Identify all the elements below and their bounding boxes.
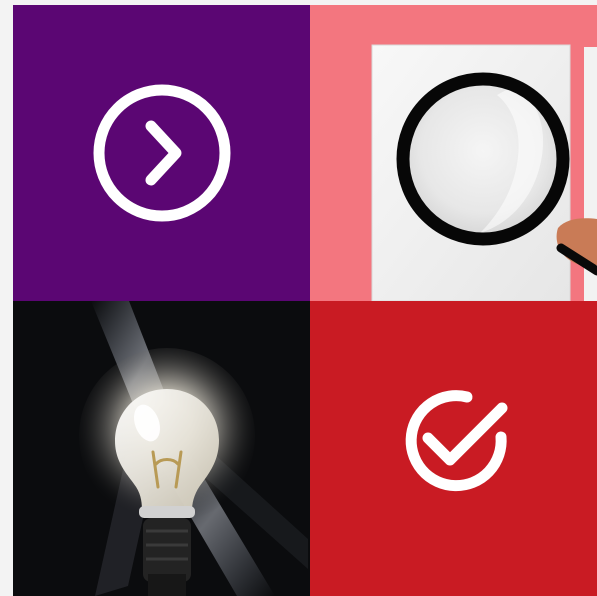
idea-tile[interactable] — [13, 301, 310, 596]
magnifying-glass-icon — [310, 5, 597, 301]
complete-tile[interactable] — [310, 301, 597, 596]
chevron-right-circle-icon — [92, 83, 232, 223]
search-tile[interactable] — [310, 5, 597, 301]
lightbulb-icon — [13, 301, 310, 596]
tile-grid — [13, 5, 597, 596]
check-circle-icon — [397, 383, 515, 501]
page — [0, 0, 597, 596]
next-tile[interactable] — [13, 5, 310, 301]
